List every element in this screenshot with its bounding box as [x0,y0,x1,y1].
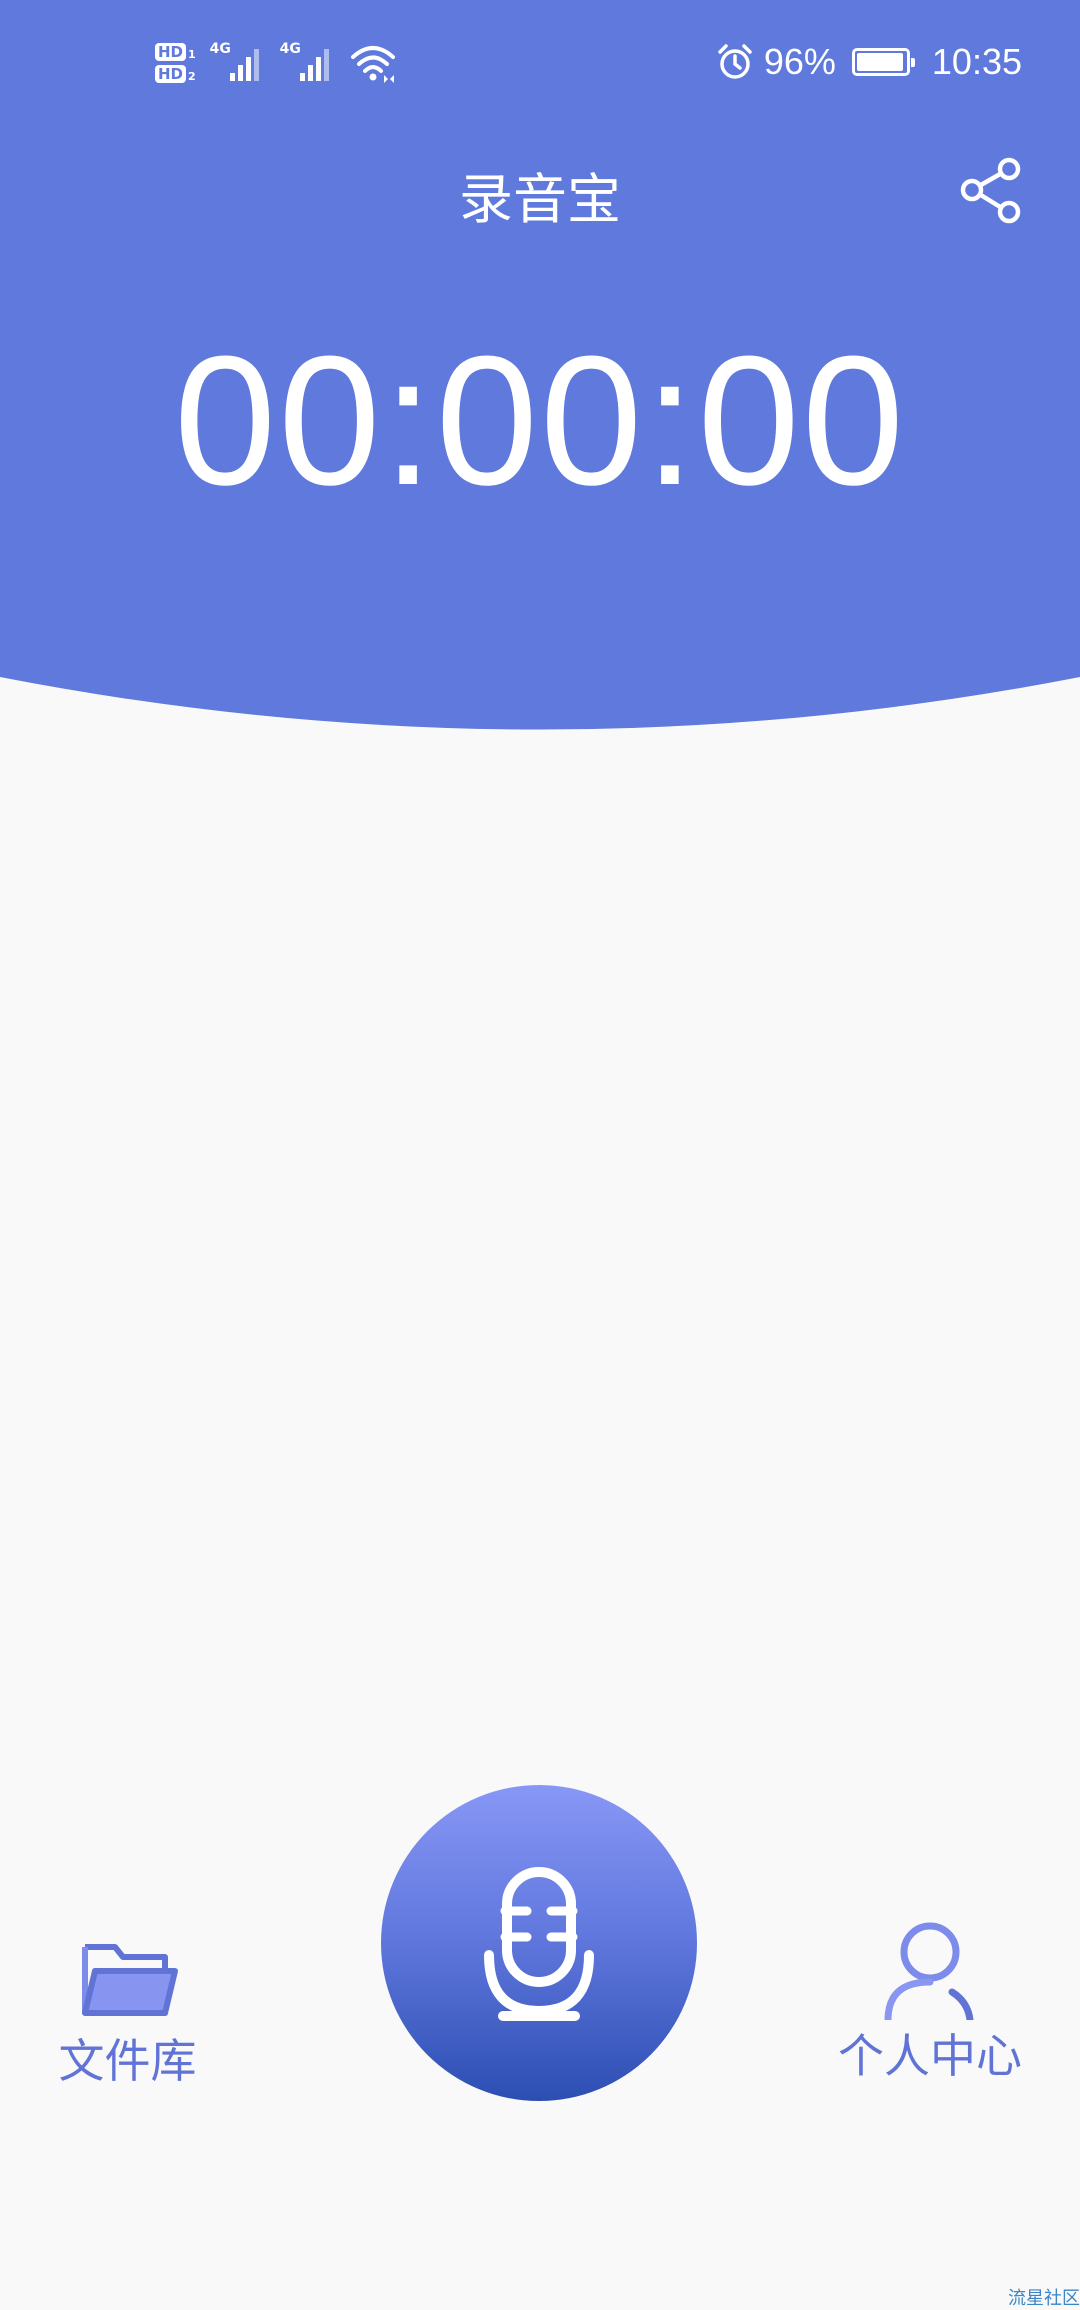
hd-2-indicator: HD 2 [155,65,196,83]
wifi-icon [350,46,395,83]
file-library-label: 文件库 [58,2034,197,2088]
battery-percent: 96% [763,41,836,82]
file-library-button[interactable]: 文件库 [40,1935,215,2089]
status-right-group: 96% 10:35 [716,30,1022,94]
hd-indicators: HD 1 HD 2 [155,43,196,83]
battery-icon [851,48,915,76]
signal-2-group: 4G [280,41,336,85]
hd-1-sub: 1 [188,48,196,61]
share-icon [960,157,1021,224]
status-left-group: HD 1 HD 2 4G 4G [155,28,396,98]
signal-1-icon [229,49,259,81]
signal-2-icon [299,49,329,81]
status-bar: HD 1 HD 2 4G 4G 96% 10:35 [0,0,1080,125]
user-icon [884,1922,974,2024]
record-button[interactable] [381,1785,697,2101]
signal-1-group: 4G [210,41,266,85]
watermark: 流星社区 [1008,2288,1080,2309]
battery-fill [856,53,903,71]
status-time: 10:35 [931,41,1022,82]
hd-1-label: HD [155,43,187,61]
share-button[interactable] [956,155,1028,227]
personal-center-label: 个人中心 [838,2029,1022,2083]
hd-2-label: HD [155,65,187,83]
recording-timer: 00:00:00 [173,317,907,523]
page-title: 录音宝 [459,168,621,231]
microphone-icon [484,1867,594,2021]
hd-2-sub: 2 [188,70,196,83]
alarm-icon [718,44,752,79]
hd-1-indicator: HD 1 [155,43,196,61]
folder-icon [81,1944,178,2016]
personal-center-button[interactable]: 个人中心 [820,1920,1040,2084]
